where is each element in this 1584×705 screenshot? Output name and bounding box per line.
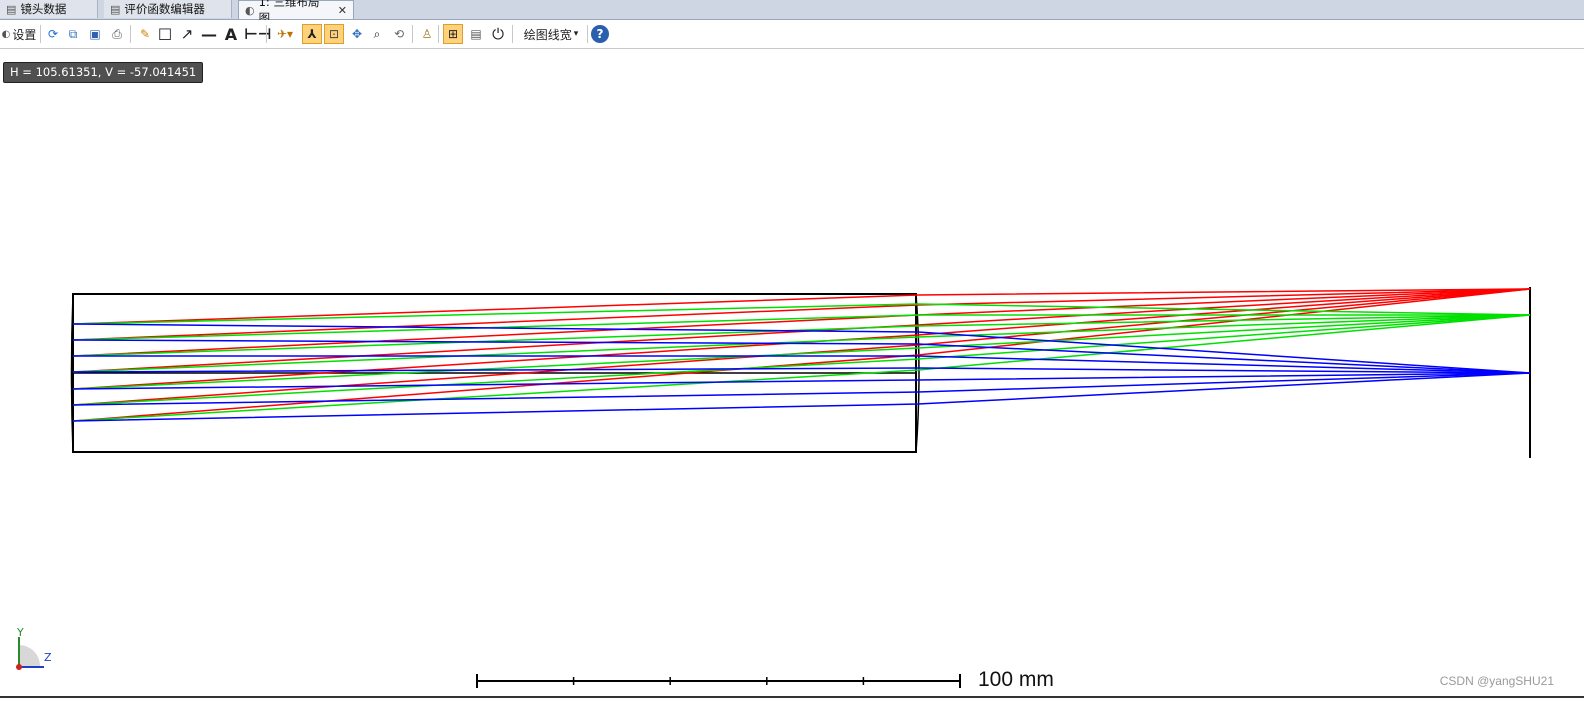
scale-bar <box>476 674 961 688</box>
watermark: CSDN @yangSHU21 <box>1439 674 1554 688</box>
ray-fans <box>72 288 1531 422</box>
ray-upper <box>72 288 1531 390</box>
scale-bar-label: 100 mm <box>978 668 1054 691</box>
window-bottom-border <box>0 696 1584 698</box>
y-axis-label: Y <box>17 626 24 639</box>
axis-triad <box>16 637 44 670</box>
z-axis-label: Z <box>44 651 52 664</box>
triad-origin <box>16 664 22 670</box>
layout-plot <box>16 287 1531 688</box>
triad-shade <box>19 645 40 666</box>
